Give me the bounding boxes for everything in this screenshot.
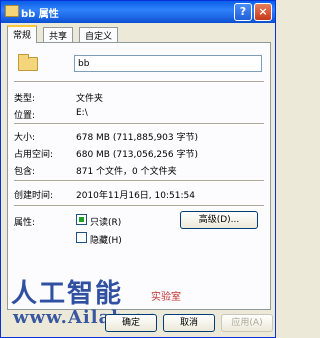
- close-button[interactable]: ×: [254, 3, 272, 21]
- tab-strip: 常规 共享 自定义: [7, 25, 269, 43]
- location-value: E:\: [76, 108, 88, 118]
- properties-window: bb 属性 ? × 常规 共享 自定义 类型: 文件夹 位置: E:\ 大小: …: [0, 0, 276, 338]
- help-button[interactable]: ?: [234, 3, 252, 21]
- advanced-button[interactable]: 高级(D)...: [180, 211, 258, 229]
- cancel-button[interactable]: 取消: [163, 314, 215, 332]
- created-value: 2010年11月16日, 10:51:54: [76, 191, 195, 201]
- hidden-label[interactable]: 隐藏(H): [90, 233, 122, 246]
- apply-button[interactable]: 应用(A): [221, 314, 273, 332]
- contains-value: 871 个文件，0 个文件夹: [76, 167, 177, 177]
- tab-sharing[interactable]: 共享: [43, 27, 74, 42]
- watermark-logo: 人工智能: [11, 279, 124, 309]
- readonly-label[interactable]: 只读(R): [90, 215, 121, 228]
- attributes-label: 属性:: [14, 218, 36, 228]
- title-bar[interactable]: bb 属性 ? ×: [1, 1, 275, 23]
- folder-name-input[interactable]: [74, 55, 262, 72]
- folder-icon: [5, 5, 19, 17]
- divider: [14, 180, 264, 182]
- size-on-disk-value: 680 MB (713,056,256 字节): [76, 150, 198, 160]
- readonly-checkbox[interactable]: [76, 214, 87, 225]
- size-on-disk-label: 占用空间:: [14, 150, 54, 160]
- type-value: 文件夹: [76, 94, 104, 104]
- folder-icon: [18, 54, 38, 71]
- type-label: 类型:: [14, 94, 36, 104]
- divider: [14, 81, 264, 83]
- size-label: 大小:: [14, 133, 36, 143]
- watermark-suffix: 实验室: [151, 292, 181, 303]
- window-title: bb 属性: [21, 9, 59, 20]
- contains-label: 包含:: [14, 167, 36, 177]
- created-label: 创建时间:: [14, 191, 54, 201]
- size-value: 678 MB (711,885,903 字节): [76, 133, 198, 143]
- location-label: 位置:: [14, 111, 36, 121]
- divider: [14, 123, 264, 125]
- ok-button[interactable]: 确定: [105, 314, 157, 332]
- hidden-checkbox[interactable]: [76, 232, 87, 243]
- general-panel: 类型: 文件夹 位置: E:\ 大小: 678 MB (711,885,903 …: [7, 42, 271, 310]
- tab-customize[interactable]: 自定义: [79, 27, 119, 42]
- divider: [14, 205, 264, 207]
- tab-general[interactable]: 常规: [7, 25, 38, 43]
